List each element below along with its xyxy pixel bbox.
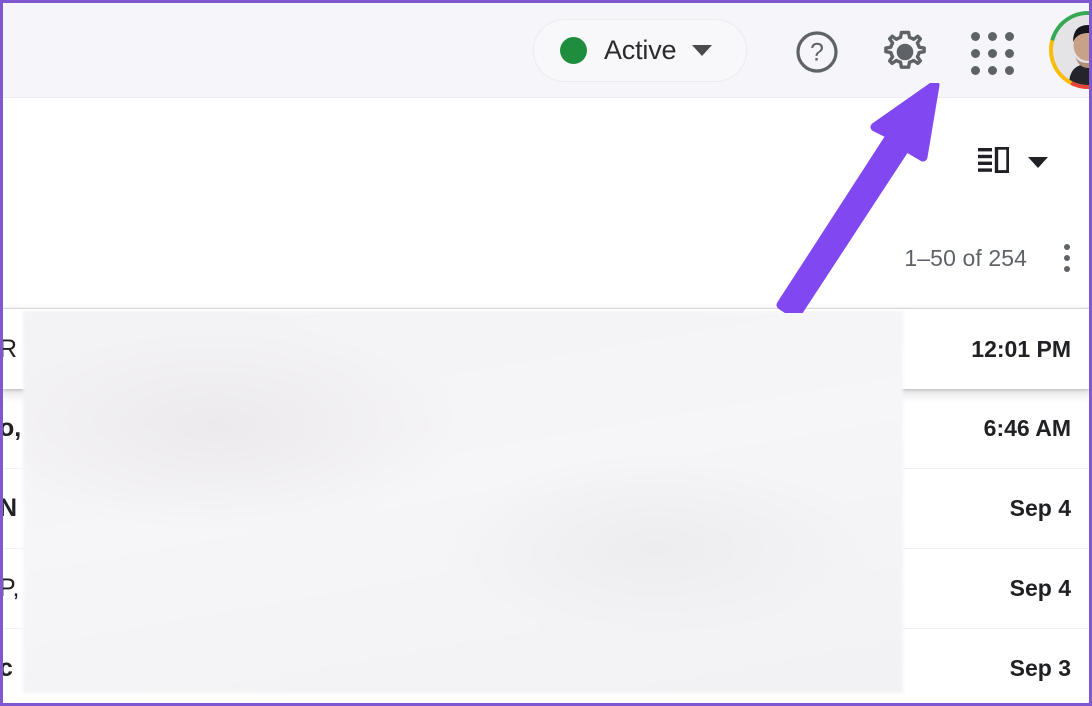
chevron-down-icon[interactable]	[692, 45, 713, 56]
mail-list: R 12:01 PM o, 6:46 AM N Sep 4 P, Sep 4 c Sep 3	[0, 308, 1089, 703]
screenshot-frame: Active ? 1–50 of 254 R 12:01 PM o, 6:46 …	[0, 0, 1092, 706]
mail-row-timestamp: 12:01 PM	[971, 335, 1071, 362]
mail-row-snippet: o,	[0, 414, 22, 442]
more-vertical-icon[interactable]	[1055, 241, 1079, 275]
gear-icon[interactable]	[877, 24, 933, 80]
mail-row-timestamp: Sep 4	[1009, 575, 1071, 601]
mail-row-snippet: N	[0, 494, 18, 522]
status-dot-icon	[560, 37, 587, 64]
mail-row-timestamp: Sep 4	[1009, 495, 1071, 521]
mail-row[interactable]: P, Sep 4	[3, 549, 1089, 629]
reading-pane-icon	[978, 146, 1010, 178]
mail-row-timestamp: Sep 3	[1009, 655, 1071, 681]
mail-row-snippet: P,	[0, 574, 20, 602]
reading-pane-toggle[interactable]	[978, 146, 1048, 178]
mail-row[interactable]: R 12:01 PM	[3, 309, 1089, 389]
mail-row-timestamp: 6:46 AM	[983, 415, 1071, 441]
svg-text:?: ?	[810, 39, 824, 67]
mail-row[interactable]: N Sep 4	[3, 469, 1089, 549]
status-pill[interactable]: Active	[533, 19, 747, 82]
avatar-photo	[1053, 15, 1089, 85]
apps-grid-icon[interactable]	[965, 26, 1019, 80]
mail-row-snippet: c	[0, 654, 13, 682]
pagination-count: 1–50 of 254	[904, 244, 1027, 271]
mail-row[interactable]: o, 6:46 AM	[3, 389, 1089, 469]
apps-grid-dots	[970, 31, 1014, 75]
mail-row-snippet: R	[0, 334, 18, 363]
chevron-down-icon[interactable]	[1028, 157, 1048, 168]
status-label: Active	[604, 35, 677, 65]
help-icon[interactable]: ?	[790, 25, 844, 79]
app-header: Active ?	[3, 3, 1089, 98]
account-avatar[interactable]	[1049, 11, 1089, 89]
mail-row[interactable]: c Sep 3	[0, 629, 1089, 703]
arrow-annotation-icon	[763, 80, 943, 320]
pagination-row: 1–50 of 254	[904, 241, 1079, 275]
